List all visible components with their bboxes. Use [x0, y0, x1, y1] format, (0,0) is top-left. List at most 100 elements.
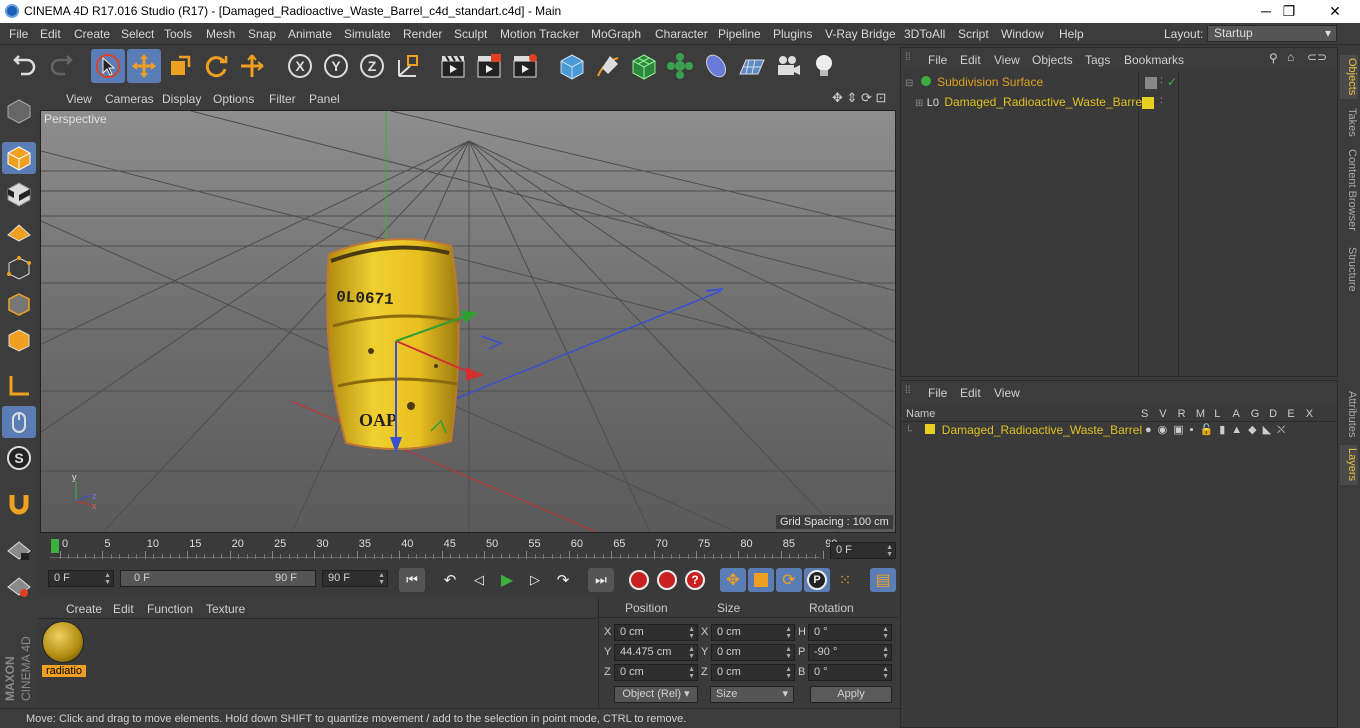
transform-tool-button[interactable]: [235, 49, 269, 83]
om-menu-objects[interactable]: Objects: [1032, 53, 1073, 67]
render-settings-button[interactable]: [508, 49, 542, 83]
menu-mograph[interactable]: MoGraph: [591, 27, 641, 41]
vp-menu-filter[interactable]: Filter: [269, 92, 296, 106]
workplane-lock-button[interactable]: [2, 534, 36, 566]
play-button[interactable]: ▶: [494, 568, 520, 592]
om-menu-view[interactable]: View: [994, 53, 1020, 67]
home-icon[interactable]: ⌂: [1287, 50, 1294, 64]
undo-button[interactable]: [8, 49, 42, 83]
camera-button[interactable]: [771, 49, 805, 83]
position-z-field[interactable]: 0 cm ▲ ▼: [614, 664, 698, 681]
prev-frame-button[interactable]: ◁: [466, 568, 492, 592]
vp-menu-cameras[interactable]: Cameras: [105, 92, 154, 106]
layer-flag-icons[interactable]: ●◉▣▪🔓▮▲◆◣⛌: [1145, 423, 1291, 437]
vp-menu-options[interactable]: Options: [213, 92, 254, 106]
key-param-button[interactable]: P: [804, 568, 830, 592]
move-tool-button[interactable]: [127, 49, 161, 83]
layout-select[interactable]: Startup ▾: [1207, 25, 1337, 42]
playhead[interactable]: [51, 539, 59, 553]
snap-button[interactable]: S: [2, 442, 36, 474]
viewport-nav-icons[interactable]: ✥ ⇕ ⟳ ⊡: [832, 90, 886, 106]
subdivision-button[interactable]: [627, 49, 661, 83]
menu-help[interactable]: Help: [1059, 27, 1084, 41]
layer-col-s[interactable]: S: [1141, 408, 1148, 420]
menu-script[interactable]: Script: [958, 27, 989, 41]
deformer-button[interactable]: [699, 49, 733, 83]
tab-objects[interactable]: Objects: [1340, 55, 1358, 99]
rotation-b-field[interactable]: 0 ° ▲ ▼: [808, 664, 892, 681]
workplane-snap-button[interactable]: [2, 570, 36, 602]
layer-col-l[interactable]: L: [1214, 408, 1220, 420]
tab-attributes[interactable]: Attributes: [1340, 387, 1358, 441]
model-mode-button[interactable]: [2, 142, 36, 174]
lm-menu-file[interactable]: File: [928, 386, 947, 400]
menu-mesh[interactable]: Mesh: [206, 27, 235, 41]
prev-key-button[interactable]: ↶: [437, 568, 463, 592]
key-scale-button[interactable]: [748, 568, 774, 592]
menu-render[interactable]: Render: [403, 27, 442, 41]
polygons-mode-button[interactable]: [2, 324, 36, 356]
record-button[interactable]: [626, 568, 652, 592]
tab-layers[interactable]: Layers: [1340, 445, 1358, 485]
auto-key-button[interactable]: [654, 568, 680, 592]
close-button[interactable]: ✕: [1312, 0, 1358, 23]
vp-menu-display[interactable]: Display: [162, 92, 201, 106]
key-rotation-button[interactable]: ⟳: [776, 568, 802, 592]
size-x-field[interactable]: 0 cm ▲ ▼: [711, 624, 795, 641]
start-frame-field[interactable]: 0 F ▲ ▼: [48, 570, 114, 587]
rotate-tool-button[interactable]: [199, 49, 233, 83]
object-row-barrel[interactable]: ⊞ L0 Damaged_Radioactive_Waste_Barrel :: [915, 95, 1337, 113]
workplane-button[interactable]: [2, 214, 36, 246]
om-menu-edit[interactable]: Edit: [960, 53, 981, 67]
tab-content-browser[interactable]: Content Browser: [1340, 145, 1358, 235]
menu-pipeline[interactable]: Pipeline: [718, 27, 761, 41]
layer-col-g[interactable]: G: [1251, 408, 1260, 420]
y-axis-button[interactable]: Y: [319, 49, 353, 83]
layer-col-m[interactable]: M: [1196, 408, 1205, 420]
lm-menu-view[interactable]: View: [994, 386, 1020, 400]
vp-menu-panel[interactable]: Panel: [309, 92, 340, 106]
layer-col-a[interactable]: A: [1233, 408, 1240, 420]
barrel-model[interactable]: 0L0671 OAP: [326, 238, 460, 451]
menu-character[interactable]: Character: [655, 27, 708, 41]
next-frame-button[interactable]: ▷: [522, 568, 548, 592]
coord-size-select[interactable]: Size ▾: [710, 686, 794, 703]
key-position-button[interactable]: ✥: [720, 568, 746, 592]
layer-row[interactable]: └ Damaged_Radioactive_Waste_Barrel ●◉▣▪🔓…: [905, 423, 1335, 441]
om-menu-tags[interactable]: Tags: [1085, 53, 1110, 67]
tweak-mode-button[interactable]: [2, 406, 36, 438]
menu-create[interactable]: Create: [74, 27, 110, 41]
enabled-check-icon[interactable]: ✓: [1167, 75, 1177, 89]
magnet-button[interactable]: [2, 488, 36, 520]
axis-mode-button[interactable]: [2, 370, 36, 402]
mat-menu-create[interactable]: Create: [66, 602, 102, 616]
layer-col-x[interactable]: X: [1306, 408, 1313, 420]
menu-animate[interactable]: Animate: [288, 27, 332, 41]
keyframe-selection-button[interactable]: ?: [682, 568, 708, 592]
layer-col-d[interactable]: D: [1269, 408, 1277, 420]
maximize-button[interactable]: ❐: [1266, 0, 1312, 23]
layer-col-v[interactable]: V: [1159, 408, 1166, 420]
search-icon[interactable]: ⚲: [1269, 51, 1278, 65]
layer-color-icon[interactable]: [1142, 97, 1154, 109]
edges-mode-button[interactable]: [2, 288, 36, 320]
menu-motion-tracker[interactable]: Motion Tracker: [500, 27, 579, 41]
light-button[interactable]: [807, 49, 841, 83]
om-menu-bookmarks[interactable]: Bookmarks: [1124, 53, 1184, 67]
visibility-dots-icon[interactable]: :: [1160, 95, 1163, 106]
tab-structure[interactable]: Structure: [1340, 242, 1358, 296]
visibility-dots-icon[interactable]: :: [1160, 75, 1163, 86]
coord-mode-select[interactable]: Object (Rel) ▾: [614, 686, 698, 703]
frame-range-slider[interactable]: 0 F 90 F: [120, 570, 316, 587]
layer-col-r[interactable]: R: [1178, 408, 1186, 420]
timeline-window-button[interactable]: ▤: [870, 568, 896, 592]
object-row-subdivision[interactable]: ⊟ Subdivision Surface : ✓: [905, 75, 1337, 93]
goto-end-button[interactable]: ⏭: [588, 568, 614, 592]
cloner-button[interactable]: [663, 49, 697, 83]
apply-button[interactable]: Apply: [810, 686, 892, 703]
rotation-p-field[interactable]: -90 ° ▲ ▼: [808, 644, 892, 661]
current-frame-field[interactable]: 0 F ▲ ▼: [830, 542, 896, 559]
mat-menu-texture[interactable]: Texture: [206, 602, 245, 616]
viewport-perspective[interactable]: 0L0671 OAP y z x: [40, 110, 896, 533]
lm-menu-edit[interactable]: Edit: [960, 386, 981, 400]
